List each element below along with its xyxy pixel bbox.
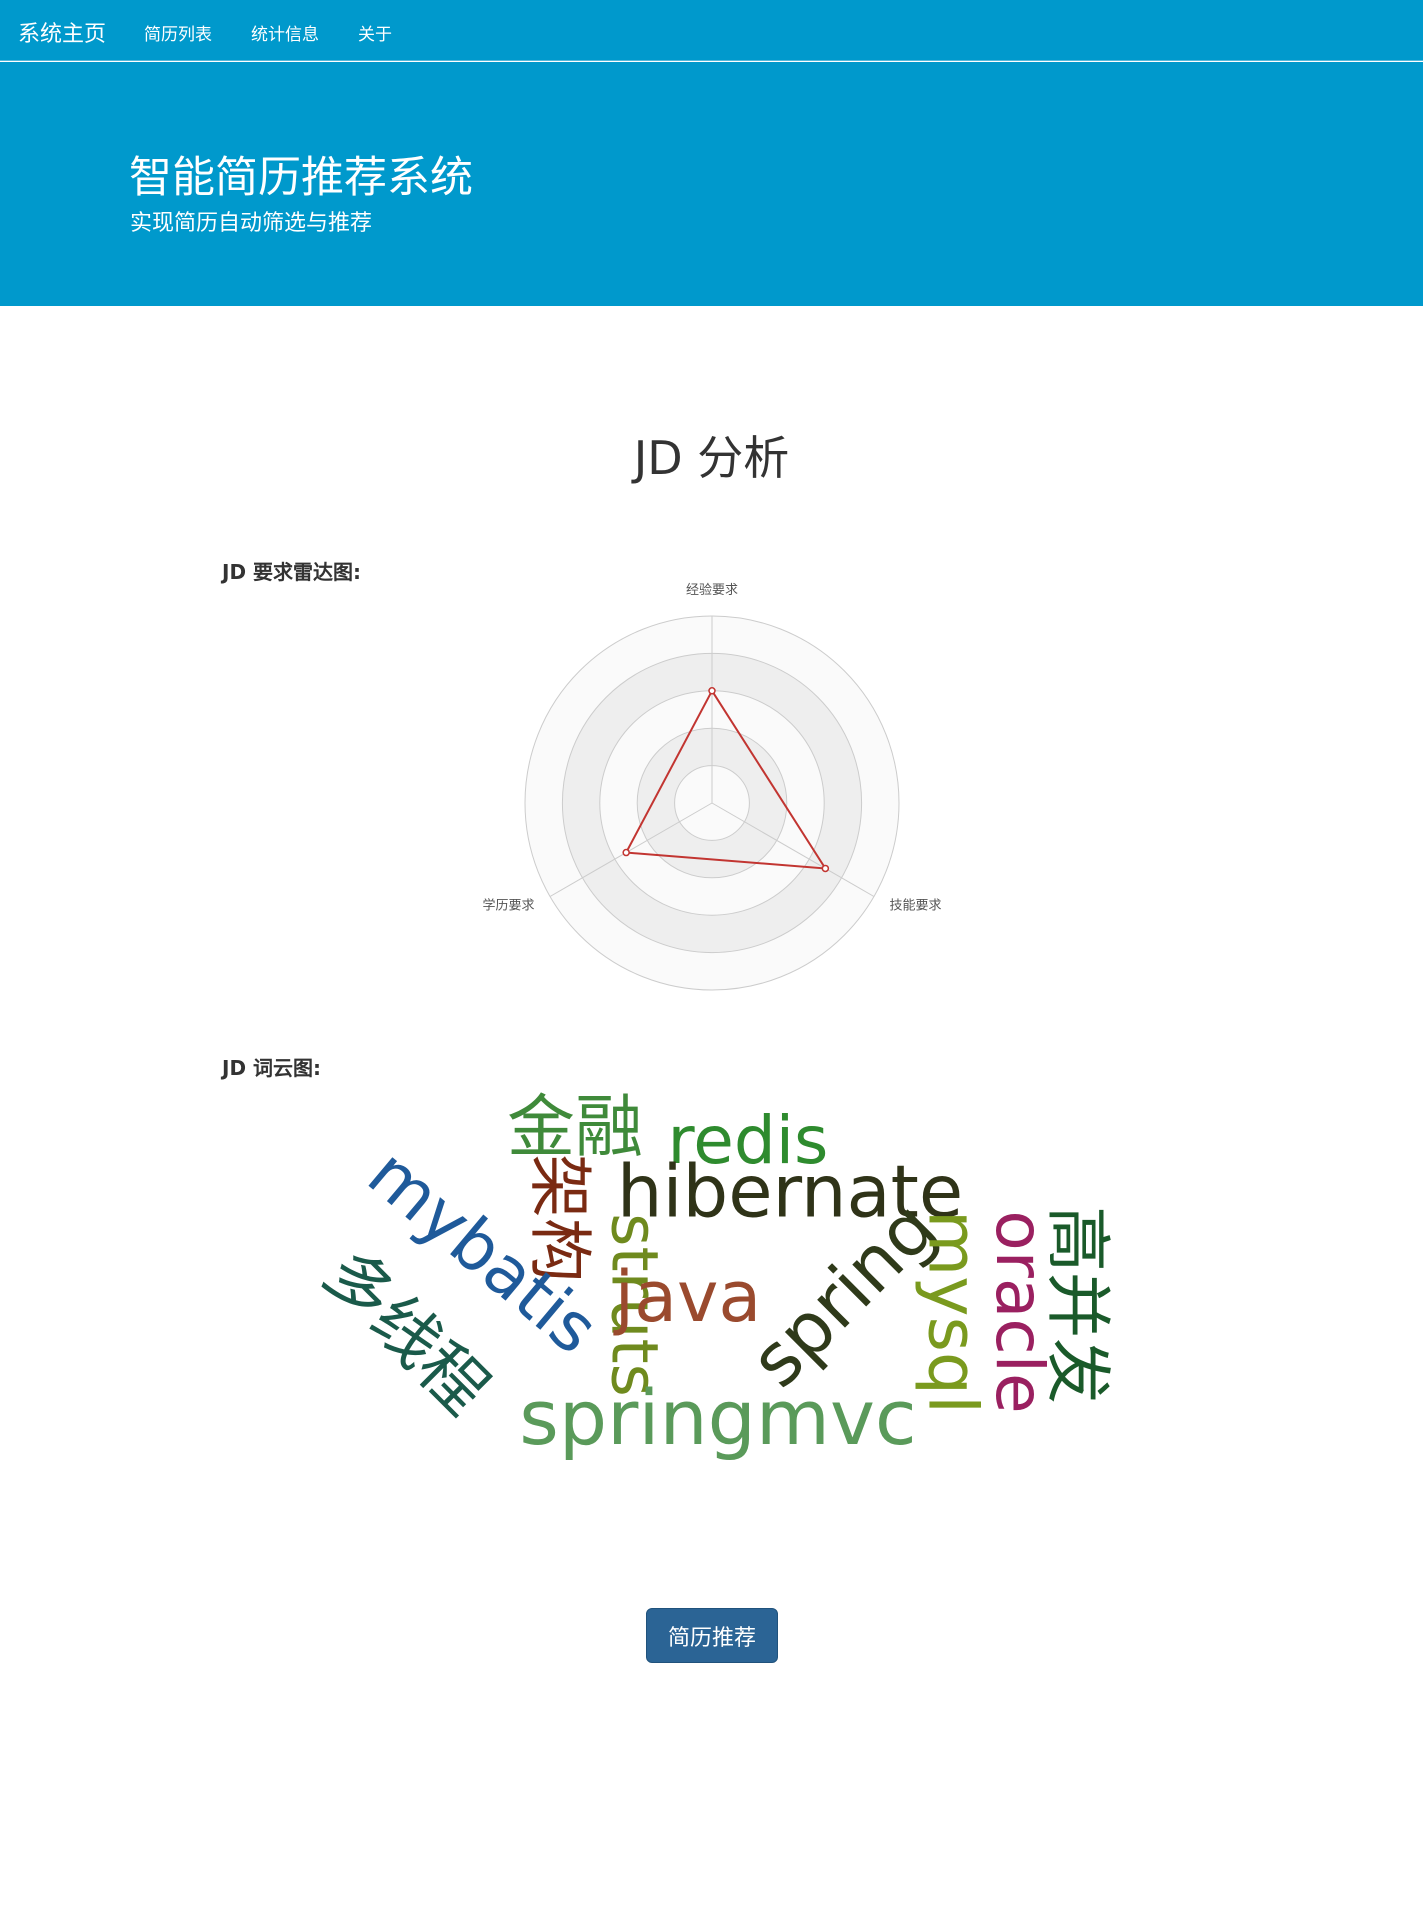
navbar: 系统主页 简历列表 统计信息 关于 bbox=[0, 0, 1423, 61]
hero-subtitle: 实现简历自动筛选与推荐 bbox=[130, 211, 373, 236]
nav-link-statistics[interactable]: 统计信息 bbox=[251, 20, 319, 45]
nav-link-resume-list[interactable]: 简历列表 bbox=[144, 20, 212, 45]
nav-link-about[interactable]: 关于 bbox=[358, 20, 392, 45]
radar-indicator-label: 技能要求 bbox=[890, 899, 942, 914]
radar-indicator-label: 学历要求 bbox=[482, 898, 534, 914]
radar-chart-label: JD 要求雷达图: bbox=[222, 560, 362, 584]
word-cloud: 金融 redishibernate架构 strutsjavaspringmysqlo… bbox=[309, 1089, 1116, 1462]
radar-chart: 经验要求技能要求 学历要求 bbox=[482, 582, 942, 991]
radar-point bbox=[821, 864, 830, 873]
radar-point bbox=[708, 687, 716, 695]
wordcloud-word: 高并发 bbox=[1039, 1206, 1116, 1404]
wordcloud-word: mysql bbox=[912, 1210, 991, 1414]
radar-grid bbox=[524, 615, 900, 991]
radar-indicator-label: 经验要求 bbox=[686, 582, 738, 598]
hero-banner: 智能简历推荐系统 实现简历自动筛选与推荐 bbox=[0, 62, 1423, 306]
recommend-button[interactable]: 简历推荐 bbox=[646, 1608, 778, 1663]
brand-link[interactable]: 系统主页 bbox=[18, 16, 106, 48]
hero-title: 智能简历推荐系统 bbox=[129, 153, 473, 203]
radar-point bbox=[622, 848, 630, 857]
wordcloud-word: java bbox=[613, 1256, 762, 1338]
page-title: JD 分析 bbox=[633, 431, 790, 485]
wordcloud-word: springmvc bbox=[519, 1373, 916, 1462]
